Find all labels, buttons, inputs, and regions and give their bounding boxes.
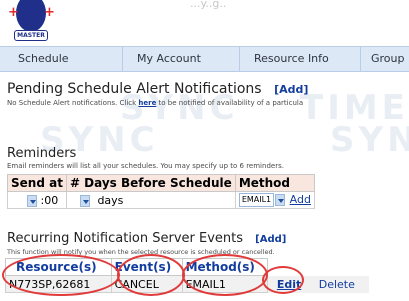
- reminders-table: Send at # Days Before Schedule Method :0…: [7, 174, 315, 209]
- red-plus-icon: +: [44, 5, 55, 20]
- reminders-header-row: Send at # Days Before Schedule Method: [7, 174, 315, 192]
- reminders-description: Email reminders will list all your sched…: [7, 162, 284, 170]
- pending-alerts-title: Pending Schedule Alert Notifications [Ad…: [7, 81, 308, 97]
- send-at-cell: :00: [7, 191, 67, 209]
- row-actions: Edit Delete: [267, 275, 369, 293]
- method-dropdown[interactable]: [275, 194, 286, 206]
- pending-add-link[interactable]: [Add]: [274, 83, 308, 96]
- table-row: N773SP,62681 CANCEL EMAIL1 Edit Delete: [5, 275, 369, 293]
- event-value: CANCEL: [110, 275, 183, 293]
- master-logo[interactable]: + + MASTER: [8, 0, 55, 44]
- col-events: Event(s): [110, 258, 183, 276]
- pending-desc-suffix: to be notified of availability of a part…: [156, 99, 304, 107]
- recurring-table: Resource(s) Event(s) Method(s) N773SP,62…: [5, 258, 369, 293]
- pending-alerts-title-text: Pending Schedule Alert Notifications: [7, 81, 262, 97]
- resource-value: N773SP,62681: [5, 275, 112, 293]
- method-select[interactable]: EMAIL1: [238, 193, 275, 207]
- col-method: Method: [234, 174, 315, 192]
- time-minutes: :00: [40, 193, 59, 207]
- recurring-description: This function will notify you when the s…: [7, 248, 275, 256]
- col-send-at: Send at: [7, 174, 67, 192]
- col-days-before: # Days Before Schedule: [65, 174, 236, 192]
- reminders-title: Reminders: [7, 146, 77, 161]
- recurring-add-link[interactable]: [Add]: [255, 234, 286, 245]
- nav-group[interactable]: Group: [361, 47, 409, 71]
- col-resources: Resource(s): [5, 258, 112, 276]
- recurring-header-row: Resource(s) Event(s) Method(s): [5, 258, 369, 276]
- nav-schedule[interactable]: Schedule: [0, 47, 123, 71]
- delete-link[interactable]: Delete: [319, 278, 355, 291]
- col-methods: Method(s): [181, 258, 268, 276]
- days-cell: days: [65, 191, 236, 209]
- logo-ribbon: MASTER: [14, 30, 48, 41]
- red-plus-icon: +: [8, 5, 19, 20]
- edit-link[interactable]: Edit: [277, 278, 301, 291]
- method-cell: EMAIL1 Add: [234, 191, 315, 209]
- top-cropped-text: ...y..g..: [190, 0, 227, 10]
- nav-my-account[interactable]: My Account: [123, 47, 240, 71]
- watermark-text: SYNC: [330, 120, 409, 160]
- pending-here-link[interactable]: here: [138, 99, 156, 107]
- pending-desc-prefix: No Schedule Alert notifications. Click: [7, 99, 139, 107]
- col-actions: [267, 258, 369, 276]
- top-header: + + MASTER ...y..g..: [0, 0, 409, 46]
- nav-resource-info[interactable]: Resource Info: [240, 47, 361, 71]
- pending-description: No Schedule Alert notifications. Click h…: [7, 99, 303, 107]
- add-reminder-link[interactable]: Add: [290, 193, 311, 206]
- main-nav: Schedule My Account Resource Info Group: [0, 46, 409, 72]
- hour-dropdown[interactable]: [27, 194, 37, 207]
- recurring-title-text: Recurring Notification Server Events: [7, 231, 244, 246]
- recurring-title: Recurring Notification Server Events [Ad…: [7, 231, 286, 246]
- method-value: EMAIL1: [181, 275, 268, 293]
- reminders-input-row: :00 days EMAIL1 Add: [7, 191, 315, 209]
- days-dropdown[interactable]: [79, 194, 90, 207]
- days-label: days: [97, 193, 124, 207]
- logo-emblem: [16, 0, 46, 32]
